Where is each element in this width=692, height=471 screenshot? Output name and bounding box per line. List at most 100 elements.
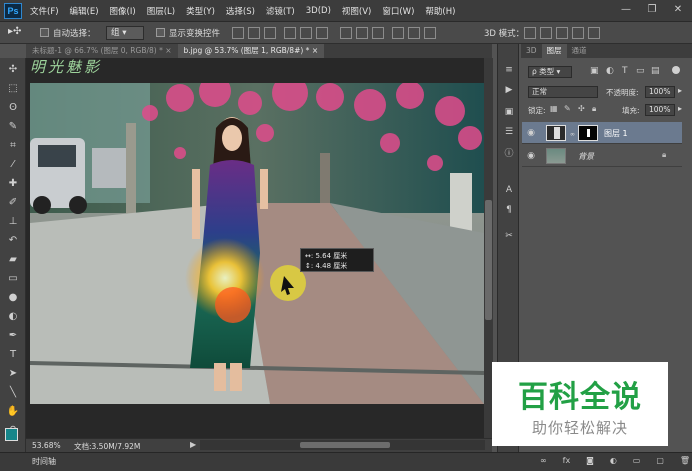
pen-tool-icon[interactable]: ✒ [5, 328, 21, 344]
properties-icon[interactable]: ☰ [503, 126, 515, 138]
menu-select[interactable]: 选择(S) [226, 5, 255, 17]
menu-type[interactable]: 类型(Y) [186, 5, 215, 17]
menu-image[interactable]: 图像(I) [110, 5, 136, 17]
blur-tool-icon[interactable]: ● [5, 290, 21, 306]
link-layers-icon[interactable]: ∞ [540, 456, 547, 468]
mask-link-icon[interactable]: ∞ [570, 131, 575, 138]
lock-all-icon[interactable]: 🔒︎ [592, 104, 596, 114]
layer-mask-thumbnail[interactable] [578, 125, 598, 141]
auto-select-dropdown[interactable]: 组 ▾ [106, 26, 144, 40]
distribute-right-icon[interactable] [424, 27, 436, 39]
filter-pixel-icon[interactable]: ▣ [590, 66, 599, 76]
history-icon[interactable]: ≡ [503, 64, 515, 76]
tool-presets-icon[interactable]: ✂ [503, 230, 515, 242]
menu-view[interactable]: 视图(V) [342, 5, 371, 17]
layer-filter-dropdown[interactable]: ρ 类型 ▾ [528, 66, 572, 78]
eraser-tool-icon[interactable]: ▰ [5, 252, 21, 268]
opacity-arrow-icon[interactable]: ▸ [678, 86, 682, 95]
path-selection-tool-icon[interactable]: ➤ [5, 366, 21, 382]
restore-icon[interactable]: ❐ [642, 3, 662, 17]
layer-style-icon[interactable]: fx [563, 456, 571, 468]
distribute-vcenter-icon[interactable] [356, 27, 368, 39]
clone-stamp-tool-icon[interactable]: ⊥ [5, 214, 21, 230]
new-layer-icon[interactable]: ▢ [656, 456, 664, 468]
eyedropper-tool-icon[interactable]: ⁄ [5, 157, 21, 173]
lock-position-icon[interactable]: ✣ [578, 104, 585, 113]
3d-rotate-icon[interactable] [524, 27, 536, 39]
layer-name[interactable]: 图层 1 [604, 128, 628, 139]
gradient-tool-icon[interactable]: ▭ [5, 271, 21, 287]
add-mask-icon[interactable]: ◙ [586, 456, 594, 468]
hand-tool-icon[interactable]: ✋ [5, 404, 21, 420]
menu-file[interactable]: 文件(F) [30, 5, 59, 17]
status-menu-arrow-icon[interactable]: ▶ [190, 440, 196, 449]
vertical-scroll-thumb[interactable] [485, 200, 492, 320]
menu-filter[interactable]: 滤镜(T) [266, 5, 295, 17]
visibility-eye-icon[interactable]: ◉ [524, 145, 538, 167]
timeline-tab[interactable]: 时间轴 [32, 456, 56, 467]
lasso-tool-icon[interactable]: ʘ [5, 100, 21, 116]
layer-row[interactable]: ◉ 背景 🔒︎ [522, 145, 682, 167]
fill-arrow-icon[interactable]: ▸ [678, 104, 682, 113]
layer-name[interactable]: 背景 [578, 151, 594, 162]
align-right-icon[interactable] [316, 27, 328, 39]
menu-layer[interactable]: 图层(L) [147, 5, 175, 17]
character-icon[interactable]: A [503, 184, 515, 196]
minimize-icon[interactable]: — [616, 3, 636, 17]
close-icon[interactable]: × [165, 46, 171, 55]
lock-transparent-icon[interactable]: ▦ [550, 104, 558, 113]
close-icon[interactable]: × [312, 46, 318, 55]
distribute-hcenter-icon[interactable] [408, 27, 420, 39]
visibility-eye-icon[interactable]: ◉ [524, 122, 538, 144]
info-icon[interactable]: ⓘ [503, 148, 515, 160]
menu-help[interactable]: 帮助(H) [425, 5, 455, 17]
layer-row[interactable]: ◉ ∞ 图层 1 [522, 122, 682, 144]
distribute-bottom-icon[interactable] [372, 27, 384, 39]
zoom-level[interactable]: 53.68% [32, 441, 61, 450]
move-tool-icon[interactable]: ✣ [5, 62, 21, 78]
menu-edit[interactable]: 编辑(E) [70, 5, 99, 17]
filter-type-icon[interactable]: T [622, 66, 628, 76]
3d-roll-icon[interactable] [540, 27, 552, 39]
dodge-tool-icon[interactable]: ◐ [5, 309, 21, 325]
filter-smart-icon[interactable]: ▤ [651, 66, 660, 76]
menu-window[interactable]: 窗口(W) [382, 5, 414, 17]
tab-3d[interactable]: 3D [521, 44, 542, 58]
crop-tool-icon[interactable]: ⌗ [5, 138, 21, 154]
horizontal-scroll-thumb[interactable] [300, 442, 390, 448]
align-left-icon[interactable] [284, 27, 296, 39]
quick-select-tool-icon[interactable]: ✎ [5, 119, 21, 135]
blend-mode-dropdown[interactable]: 正常 [528, 86, 598, 98]
line-tool-icon[interactable]: ╲ [5, 385, 21, 401]
opacity-input[interactable]: 100% [645, 86, 675, 98]
tab-channels[interactable]: 通道 [567, 44, 592, 58]
foreground-color-swatch[interactable] [5, 428, 18, 441]
distribute-left-icon[interactable] [392, 27, 404, 39]
brush-tool-icon[interactable]: ✐ [5, 195, 21, 211]
play-action-icon[interactable]: ▶ [503, 84, 515, 96]
distribute-top-icon[interactable] [340, 27, 352, 39]
new-group-icon[interactable]: ▭ [633, 456, 641, 468]
align-bottom-icon[interactable] [264, 27, 276, 39]
filter-shape-icon[interactable]: ▭ [636, 66, 645, 76]
3d-slide-icon[interactable] [572, 27, 584, 39]
new-adjustment-icon[interactable]: ◐ [610, 456, 617, 468]
adjustments-icon[interactable]: ▣ [503, 106, 515, 118]
3d-pan-icon[interactable] [556, 27, 568, 39]
history-brush-tool-icon[interactable]: ↶ [5, 233, 21, 249]
healing-brush-tool-icon[interactable]: ✚ [5, 176, 21, 192]
3d-scale-icon[interactable] [588, 27, 600, 39]
delete-layer-icon[interactable]: 🗑︎ [680, 456, 690, 468]
filter-toggle-icon[interactable] [672, 66, 680, 74]
align-vcenter-icon[interactable] [248, 27, 260, 39]
close-icon[interactable]: ✕ [668, 3, 688, 17]
transform-controls-checkbox[interactable] [156, 28, 165, 37]
align-top-icon[interactable] [232, 27, 244, 39]
tab-b-jpg[interactable]: b.jpg @ 53.7% (图层 1, RGB/8#) * × [177, 44, 325, 58]
document-canvas[interactable] [30, 83, 484, 404]
type-tool-icon[interactable]: T [5, 347, 21, 363]
filter-adjust-icon[interactable]: ◐ [606, 66, 614, 76]
align-hcenter-icon[interactable] [300, 27, 312, 39]
marquee-tool-icon[interactable]: ⬚ [5, 81, 21, 97]
tab-layers[interactable]: 图层 [541, 44, 567, 58]
